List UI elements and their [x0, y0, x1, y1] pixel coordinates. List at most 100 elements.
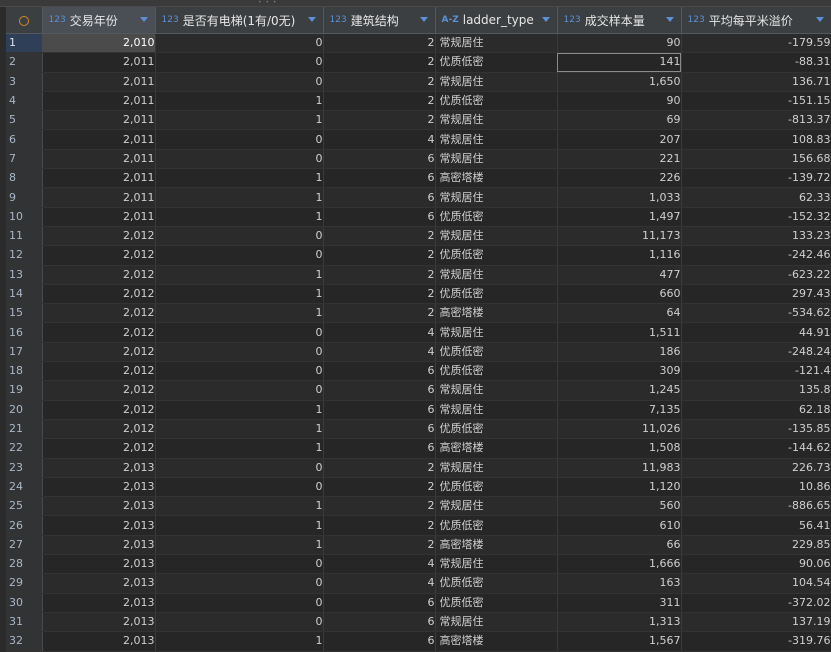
sample-count-cell[interactable]: 90: [557, 91, 682, 112]
structure-cell[interactable]: 2: [323, 303, 436, 324]
sort-filter-icon[interactable]: [139, 17, 148, 22]
sample-count-cell[interactable]: 11,983: [557, 458, 682, 478]
structure-cell[interactable]: 6: [323, 612, 436, 633]
resize-grip-icon[interactable]: • • •: [258, 0, 278, 6]
premium-cell[interactable]: 10.86: [681, 477, 831, 498]
ladder-type-cell[interactable]: 高密塔楼: [435, 438, 558, 459]
elevator-cell[interactable]: 1: [155, 303, 324, 324]
year-cell[interactable]: 2,012: [42, 303, 156, 324]
premium-cell[interactable]: 44.91: [681, 322, 831, 343]
elevator-cell[interactable]: 0: [155, 477, 324, 498]
sample-count-cell[interactable]: 1,511: [557, 322, 682, 343]
row-number[interactable]: 26: [6, 515, 43, 536]
row-number[interactable]: 32: [6, 631, 43, 652]
year-cell[interactable]: 2,011: [42, 168, 156, 189]
structure-cell[interactable]: 4: [323, 342, 436, 363]
table-row[interactable]: 7 2,011 0 6 常规居住 221 156.68: [6, 149, 831, 170]
table-row[interactable]: 22 2,012 1 6 高密塔楼 1,508 -144.62: [6, 438, 831, 459]
premium-cell[interactable]: -179.59: [681, 33, 831, 54]
premium-cell[interactable]: -813.37: [681, 110, 831, 131]
structure-cell[interactable]: 2: [323, 52, 436, 73]
premium-cell[interactable]: 108.83: [681, 129, 831, 150]
ladder-type-cell[interactable]: 优质低密: [435, 284, 558, 305]
premium-cell[interactable]: 135.8: [681, 380, 831, 401]
table-row[interactable]: 23 2,013 0 2 常规居住 11,983 226.73: [6, 458, 831, 478]
sample-count-cell[interactable]: 163: [557, 573, 682, 594]
row-number[interactable]: 10: [6, 207, 43, 227]
premium-cell[interactable]: 62.33: [681, 187, 831, 208]
row-number[interactable]: 20: [6, 400, 43, 420]
premium-cell[interactable]: 156.68: [681, 149, 831, 170]
elevator-cell[interactable]: 0: [155, 33, 324, 54]
year-cell[interactable]: 2,010: [42, 33, 156, 54]
sample-count-cell[interactable]: 141: [557, 52, 682, 73]
ladder-type-cell[interactable]: 高密塔楼: [435, 535, 558, 556]
sample-count-cell[interactable]: 1,245: [557, 380, 682, 401]
structure-cell[interactable]: 2: [323, 33, 436, 54]
column-header-elevator[interactable]: 123 是否有电梯(1有/0无): [155, 7, 324, 34]
ladder-type-cell[interactable]: 优质低密: [435, 573, 558, 594]
sample-count-cell[interactable]: 1,567: [557, 631, 682, 652]
structure-cell[interactable]: 6: [323, 187, 436, 208]
table-row[interactable]: 28 2,013 0 4 常规居住 1,666 90.06: [6, 554, 831, 575]
structure-cell[interactable]: 2: [323, 496, 436, 517]
column-header-ladder-type[interactable]: A-Z ladder_type: [435, 7, 558, 34]
year-cell[interactable]: 2,013: [42, 477, 156, 498]
sample-count-cell[interactable]: 1,508: [557, 438, 682, 459]
elevator-cell[interactable]: 1: [155, 284, 324, 305]
sample-count-cell[interactable]: 560: [557, 496, 682, 517]
table-row[interactable]: 20 2,012 1 6 常规居住 7,135 62.18: [6, 400, 831, 420]
row-number[interactable]: 9: [6, 187, 43, 208]
premium-cell[interactable]: -88.31: [681, 52, 831, 73]
year-cell[interactable]: 2,012: [42, 419, 156, 440]
ladder-type-cell[interactable]: 优质低密: [435, 361, 558, 382]
ladder-type-cell[interactable]: 常规居住: [435, 322, 558, 343]
row-number[interactable]: 8: [6, 168, 43, 189]
sample-count-cell[interactable]: 311: [557, 593, 682, 613]
sample-count-cell[interactable]: 610: [557, 515, 682, 536]
year-cell[interactable]: 2,013: [42, 554, 156, 575]
year-cell[interactable]: 2,012: [42, 342, 156, 363]
year-cell[interactable]: 2,013: [42, 458, 156, 478]
elevator-cell[interactable]: 1: [155, 207, 324, 227]
elevator-cell[interactable]: 0: [155, 129, 324, 150]
elevator-cell[interactable]: 0: [155, 72, 324, 92]
table-row[interactable]: 6 2,011 0 4 常规居住 207 108.83: [6, 129, 831, 150]
ladder-type-cell[interactable]: 优质低密: [435, 342, 558, 363]
premium-cell[interactable]: 229.85: [681, 535, 831, 556]
elevator-cell[interactable]: 0: [155, 322, 324, 343]
sample-count-cell[interactable]: 7,135: [557, 400, 682, 420]
premium-cell[interactable]: -139.72: [681, 168, 831, 189]
year-cell[interactable]: 2,012: [42, 322, 156, 343]
structure-cell[interactable]: 4: [323, 554, 436, 575]
year-cell[interactable]: 2,011: [42, 207, 156, 227]
year-cell[interactable]: 2,013: [42, 612, 156, 633]
elevator-cell[interactable]: 1: [155, 91, 324, 112]
ladder-type-cell[interactable]: 常规居住: [435, 129, 558, 150]
premium-cell[interactable]: -152.32: [681, 207, 831, 227]
sample-count-cell[interactable]: 66: [557, 535, 682, 556]
elevator-cell[interactable]: 1: [155, 187, 324, 208]
row-number[interactable]: 15: [6, 303, 43, 324]
ladder-type-cell[interactable]: 常规居住: [435, 554, 558, 575]
table-row[interactable]: 13 2,012 1 2 常规居住 477 -623.22: [6, 265, 831, 285]
row-number[interactable]: 11: [6, 226, 43, 247]
row-number[interactable]: 7: [6, 149, 43, 170]
row-number[interactable]: 18: [6, 361, 43, 382]
row-number[interactable]: 3: [6, 72, 43, 92]
structure-cell[interactable]: 6: [323, 361, 436, 382]
table-row[interactable]: 18 2,012 0 6 优质低密 309 -121.4: [6, 361, 831, 382]
structure-cell[interactable]: 4: [323, 322, 436, 343]
elevator-cell[interactable]: 0: [155, 573, 324, 594]
ladder-type-cell[interactable]: 优质低密: [435, 91, 558, 112]
row-number[interactable]: 29: [6, 573, 43, 594]
row-number[interactable]: 22: [6, 438, 43, 459]
elevator-cell[interactable]: 1: [155, 515, 324, 536]
structure-cell[interactable]: 6: [323, 438, 436, 459]
sort-filter-icon[interactable]: [307, 17, 316, 22]
ladder-type-cell[interactable]: 高密塔楼: [435, 168, 558, 189]
premium-cell[interactable]: 137.19: [681, 612, 831, 633]
structure-cell[interactable]: 6: [323, 419, 436, 440]
ladder-type-cell[interactable]: 常规居住: [435, 458, 558, 478]
row-number[interactable]: 6: [6, 129, 43, 150]
